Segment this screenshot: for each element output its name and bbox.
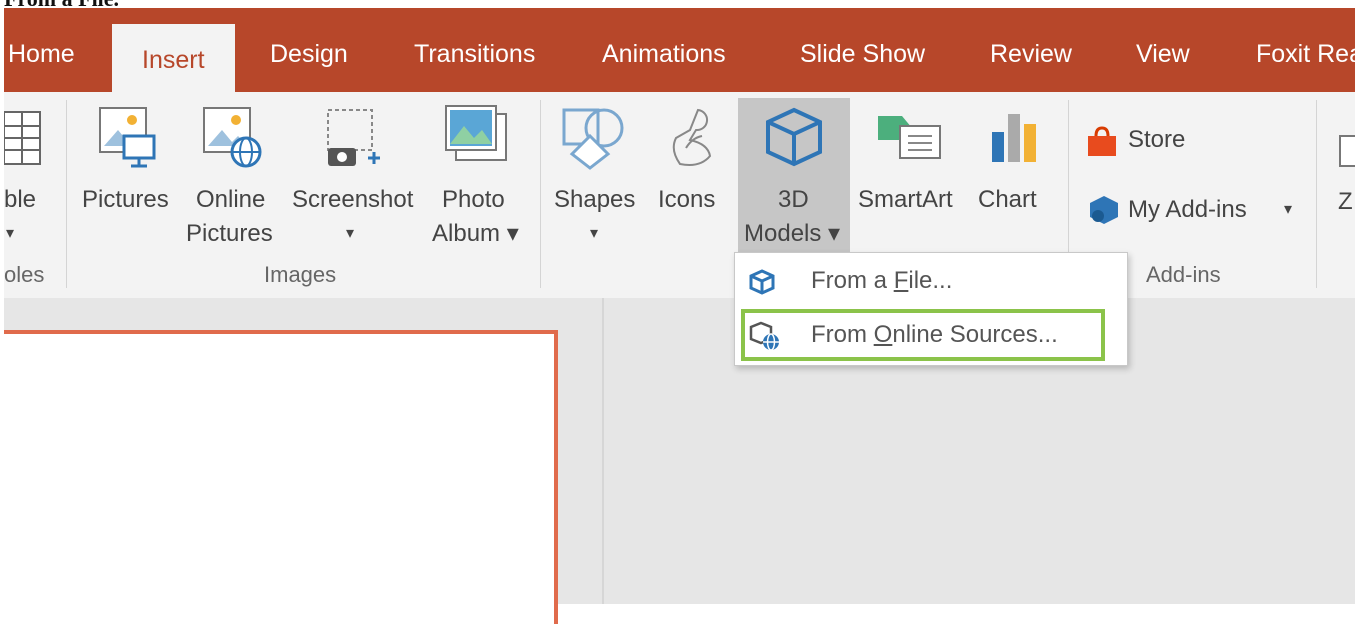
tab-review[interactable]: Review <box>990 40 1072 69</box>
3d-cube-small-icon <box>749 269 775 295</box>
smartart-label: SmartArt <box>858 186 953 213</box>
shapes-dropdown-arrow: ▾ <box>590 225 599 242</box>
my-addins-label: My Add-ins <box>1128 196 1247 223</box>
shapes-label: Shapes <box>554 186 636 213</box>
chart-icon <box>992 114 1036 162</box>
table-dropdown-arrow: ▾ <box>6 225 15 242</box>
tab-animations[interactable]: Animations <box>602 40 726 69</box>
table-label: ble <box>4 186 37 213</box>
3d-models-dropdown-menu: From a File... From Online Sources... <box>734 252 1128 366</box>
zoom-icon <box>1339 135 1355 167</box>
photo-album-icon <box>445 105 507 161</box>
pictures-label: Pictures <box>82 186 169 213</box>
screenshot-label: Screenshot <box>292 186 414 213</box>
tab-view[interactable]: View <box>1136 40 1190 69</box>
online-pictures-button[interactable]: Online Pictures <box>186 100 280 250</box>
shapes-button[interactable]: Shapes ▾ <box>550 100 640 250</box>
smartart-icon <box>878 116 941 159</box>
zoom-label: Z <box>1338 188 1353 215</box>
group-label-addins: Add-ins <box>1146 262 1221 287</box>
from-file-text-post: ile... <box>908 267 953 294</box>
from-file-text-pre: From a <box>811 267 894 294</box>
table-icon <box>4 111 41 165</box>
icons-label: Icons <box>658 186 716 213</box>
from-online-accel: O <box>873 321 893 348</box>
pictures-icon <box>99 107 156 168</box>
tab-home[interactable]: Home <box>8 40 75 69</box>
ribbon: ble ▾ oles Pictures Online Pictures Scre… <box>4 92 1355 298</box>
3d-models-button[interactable]: 3D Models ▾ <box>738 98 850 252</box>
table-button[interactable]: ble ▾ <box>4 100 58 250</box>
my-addins-dropdown-arrow: ▾ <box>1284 201 1293 218</box>
online-pictures-label-1: Online <box>196 186 266 213</box>
group-separator <box>1316 100 1317 288</box>
tab-design[interactable]: Design <box>270 40 348 69</box>
tab-transitions[interactable]: Transitions <box>414 40 535 69</box>
3d-models-label-2: Models ▾ <box>744 220 841 247</box>
pane-separator <box>602 298 604 604</box>
from-online-text-pre: From <box>811 321 874 348</box>
3d-cube-icon <box>766 107 822 167</box>
menu-item-from-file[interactable]: From a File... <box>735 255 1127 307</box>
icons-icon <box>672 108 712 166</box>
slide-canvas[interactable] <box>4 330 558 624</box>
photo-album-label-2: Album ▾ <box>432 220 519 247</box>
screenshot-icon <box>327 109 380 166</box>
screenshot-dropdown-arrow: ▾ <box>346 225 355 242</box>
my-addins-button[interactable]: My Add-ins ▾ <box>1082 188 1302 230</box>
zoom-button[interactable]: Z <box>1334 100 1355 250</box>
icons-button[interactable]: Icons <box>652 100 728 250</box>
photo-album-label-1: Photo <box>442 186 505 213</box>
tab-insert[interactable]: Insert <box>112 24 235 94</box>
group-separator <box>540 100 541 288</box>
chart-label: Chart <box>978 186 1037 213</box>
shapes-icon <box>562 108 624 170</box>
menu-item-from-online-sources[interactable]: From Online Sources... <box>741 309 1105 361</box>
photo-album-button[interactable]: Photo Album ▾ <box>424 100 534 250</box>
my-addins-icon <box>1090 196 1118 224</box>
store-bag-icon <box>1088 126 1116 156</box>
group-label-images: Images <box>264 262 337 287</box>
group-separator <box>66 100 67 288</box>
from-file-accel: F <box>893 267 909 294</box>
smartart-button[interactable]: SmartArt <box>854 100 964 250</box>
group-label-tables: oles <box>4 262 45 287</box>
online-pictures-label-2: Pictures <box>186 220 273 247</box>
online-pictures-icon <box>203 107 262 168</box>
store-label: Store <box>1128 126 1186 153</box>
pictures-button[interactable]: Pictures <box>78 100 178 250</box>
ribbon-tab-bar: Home Insert Design Transitions Animation… <box>4 8 1363 94</box>
from-online-text-post: nline Sources... <box>892 321 1058 348</box>
3d-models-label-1: 3D <box>778 186 809 213</box>
3d-online-icon <box>749 321 779 351</box>
chart-button[interactable]: Chart <box>970 100 1056 250</box>
tab-slide-show[interactable]: Slide Show <box>800 40 925 69</box>
store-button[interactable]: Store <box>1082 120 1212 162</box>
tab-foxit-reader[interactable]: Foxit Rea <box>1256 40 1363 69</box>
slide-workspace <box>4 298 1355 624</box>
screenshot-button[interactable]: Screenshot ▾ <box>288 100 418 250</box>
